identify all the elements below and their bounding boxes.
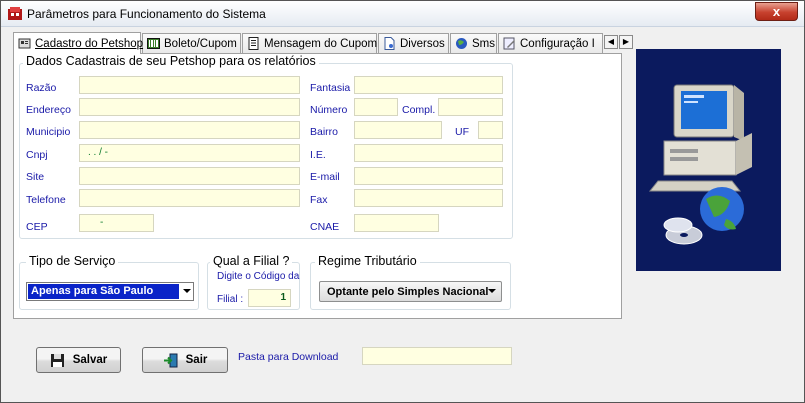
municipio-input[interactable] xyxy=(79,121,300,139)
filial-label: Filial : xyxy=(217,294,244,305)
download-folder-label: Pasta para Download xyxy=(238,351,339,363)
cnae-input[interactable] xyxy=(354,214,439,232)
tipo-servico-legend: Tipo de Serviço xyxy=(26,254,119,268)
computer-illustration xyxy=(636,49,781,271)
download-folder-input[interactable] xyxy=(362,347,512,365)
exit-door-icon xyxy=(163,353,178,367)
computer-picture-icon xyxy=(636,49,781,271)
numero-label: Número xyxy=(310,104,348,116)
site-label: Site xyxy=(26,171,45,183)
tab-sms[interactable]: Sms xyxy=(450,33,497,53)
fantasia-label: Fantasia xyxy=(310,82,351,94)
endereco-input[interactable] xyxy=(79,98,300,116)
globe-icon xyxy=(456,38,467,49)
exit-button-label: Sair xyxy=(185,354,208,366)
bairro-input[interactable] xyxy=(354,121,442,139)
save-button[interactable]: Salvar xyxy=(36,347,121,373)
cnpj-input[interactable]: . . / - xyxy=(79,144,300,162)
tab-panel-cadastro: Dados Cadastrais de seu Petshop para os … xyxy=(13,53,622,319)
barcode-icon xyxy=(147,38,160,49)
close-icon: x xyxy=(772,4,781,19)
tab-diversos[interactable]: Diversos xyxy=(378,33,449,53)
tab-label: Configuração I xyxy=(520,37,595,50)
tipo-servico-select[interactable]: Apenas para São Paulo xyxy=(26,282,194,301)
regime-select[interactable]: Optante pelo Simples Nacional xyxy=(319,281,502,302)
cep-input[interactable]: - xyxy=(79,214,154,232)
tab-label: Diversos xyxy=(400,37,445,50)
compl-label: Compl. xyxy=(402,104,436,116)
email-input[interactable] xyxy=(354,167,503,185)
title-bar: Parâmetros para Funcionamento do Sistema… xyxy=(1,1,804,27)
ie-input[interactable] xyxy=(354,144,503,162)
cnpj-label: Cnpj xyxy=(26,149,48,161)
email-label: E-mail xyxy=(310,171,340,183)
uf-label: UF xyxy=(455,126,469,138)
telefone-input[interactable] xyxy=(79,189,300,207)
exit-button[interactable]: Sair xyxy=(142,347,228,373)
filial-input[interactable]: 1 xyxy=(248,289,291,307)
window-title: Parâmetros para Funcionamento do Sistema xyxy=(27,7,266,21)
ie-label: I.E. xyxy=(310,149,326,161)
cep-label: CEP xyxy=(26,221,48,233)
bairro-label: Bairro xyxy=(310,126,339,138)
tab-scroll-arrows: ◀ ▶ xyxy=(603,35,633,49)
tab-label: Boleto/Cupom xyxy=(164,37,237,50)
tab-label: Sms xyxy=(472,37,495,50)
app-icon xyxy=(8,7,22,20)
fantasia-input[interactable] xyxy=(354,76,503,94)
tab-strip: Cadastro do Petshop Boleto/Cupom Mensage… xyxy=(13,32,633,54)
tab-scroll-left-icon[interactable]: ◀ xyxy=(604,35,618,49)
save-button-label: Salvar xyxy=(72,354,108,366)
edit-icon xyxy=(503,37,515,50)
filial-hint: Digite o Código da xyxy=(217,271,300,282)
dados-cadastrais-legend: Dados Cadastrais de seu Petshop para os … xyxy=(23,54,319,68)
tab-boleto-cupom[interactable]: Boleto/Cupom xyxy=(142,33,241,53)
filial-legend: Qual a Filial ? xyxy=(210,254,293,268)
document-icon xyxy=(248,37,259,50)
tab-scroll-right-icon[interactable]: ▶ xyxy=(619,35,633,49)
tipo-servico-value: Apenas para São Paulo xyxy=(28,284,179,299)
compl-input[interactable] xyxy=(438,98,503,116)
close-button[interactable]: x xyxy=(755,2,798,21)
regime-value: Optante pelo Simples Nacional xyxy=(327,286,489,298)
main-window: Parâmetros para Funcionamento do Sistema… xyxy=(0,0,805,403)
chevron-down-icon xyxy=(488,289,496,293)
numero-input[interactable] xyxy=(354,98,398,116)
uf-input[interactable] xyxy=(478,121,503,139)
tab-label: Cadastro do Petshop xyxy=(35,37,144,50)
chevron-down-icon xyxy=(183,289,191,293)
regime-legend: Regime Tributário xyxy=(315,254,420,268)
tab-label: Mensagem do Cupom xyxy=(264,37,378,50)
petshop-icon xyxy=(18,38,31,49)
razao-label: Razão xyxy=(26,82,57,94)
telefone-label: Telefone xyxy=(26,194,66,206)
fax-label: Fax xyxy=(310,194,328,206)
fax-input[interactable] xyxy=(354,189,503,207)
razao-input[interactable] xyxy=(79,76,300,94)
cnae-label: CNAE xyxy=(310,221,340,233)
page-icon xyxy=(384,37,395,50)
municipio-label: Municipio xyxy=(26,126,71,138)
endereco-label: Endereço xyxy=(26,104,71,116)
tab-configuracao[interactable]: Configuração I xyxy=(498,33,603,53)
floppy-disk-icon xyxy=(50,353,64,367)
tab-mensagem-cupom[interactable]: Mensagem do Cupom xyxy=(242,33,377,53)
site-input[interactable] xyxy=(79,167,300,185)
tab-cadastro-petshop[interactable]: Cadastro do Petshop xyxy=(13,32,144,54)
